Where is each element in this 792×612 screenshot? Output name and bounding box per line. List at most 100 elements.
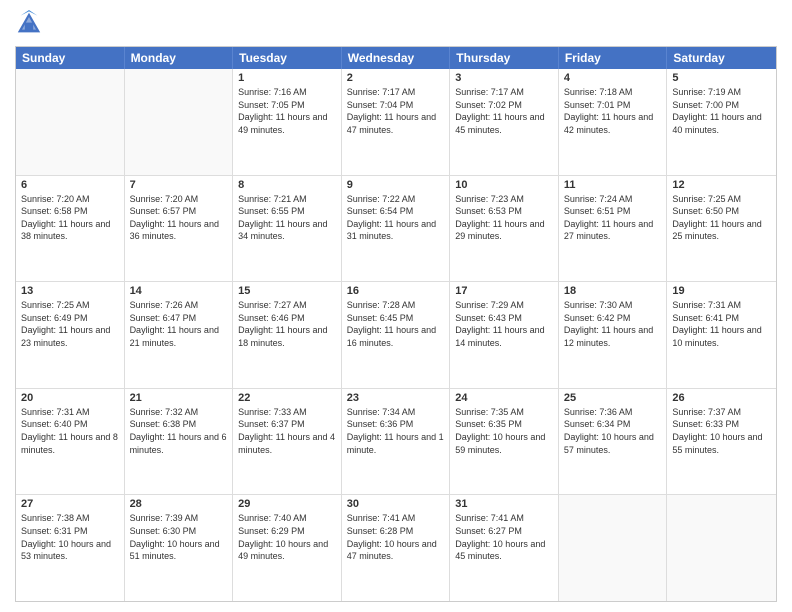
day-number: 5 bbox=[672, 72, 771, 84]
logo bbox=[15, 10, 47, 38]
day-number: 12 bbox=[672, 179, 771, 191]
day-cell-12: 12Sunrise: 7:25 AM Sunset: 6:50 PM Dayli… bbox=[667, 176, 776, 282]
cell-info: Sunrise: 7:31 AM Sunset: 6:40 PM Dayligh… bbox=[21, 406, 119, 456]
cell-info: Sunrise: 7:28 AM Sunset: 6:45 PM Dayligh… bbox=[347, 299, 445, 349]
cell-info: Sunrise: 7:26 AM Sunset: 6:47 PM Dayligh… bbox=[130, 299, 228, 349]
day-cell-31: 31 Sunrise: 7:41 AM Sunset: 6:27 PM Dayli… bbox=[450, 495, 559, 601]
day-number: 21 bbox=[130, 392, 228, 404]
cell-info: Sunrise: 7:29 AM Sunset: 6:43 PM Dayligh… bbox=[455, 299, 553, 349]
day-number: 18 bbox=[564, 285, 662, 297]
page: SundayMondayTuesdayWednesdayThursdayFrid… bbox=[0, 0, 792, 612]
day-number: 19 bbox=[672, 285, 771, 297]
header-day-wednesday: Wednesday bbox=[342, 47, 451, 69]
cell-info: Sunrise: 7:30 AM Sunset: 6:42 PM Dayligh… bbox=[564, 299, 662, 349]
day-cell-17: 17 Sunrise: 7:29 AM Sunset: 6:43 PM Dayli… bbox=[450, 282, 559, 388]
day-cell-9: 9 Sunrise: 7:22 AM Sunset: 6:54 PM Daylig… bbox=[342, 176, 451, 282]
header-day-sunday: Sunday bbox=[16, 47, 125, 69]
day-number: 15 bbox=[238, 285, 336, 297]
day-number: 30 bbox=[347, 498, 445, 510]
day-cell-21: 21 Sunrise: 7:32 AM Sunset: 6:38 PM Dayli… bbox=[125, 389, 234, 495]
day-number: 29 bbox=[238, 498, 336, 510]
day-number: 20 bbox=[21, 392, 119, 404]
day-cell-24: 24 Sunrise: 7:35 AM Sunset: 6:35 PM Dayli… bbox=[450, 389, 559, 495]
calendar-row-4: 20 Sunrise: 7:31 AM Sunset: 6:40 PM Dayli… bbox=[16, 389, 776, 496]
day-cell-23: 23 Sunrise: 7:34 AM Sunset: 6:36 PM Dayli… bbox=[342, 389, 451, 495]
day-cell-26: 26 Sunrise: 7:37 AM Sunset: 6:33 PM Dayli… bbox=[667, 389, 776, 495]
cell-info: Sunrise: 7:17 AM Sunset: 7:02 PM Dayligh… bbox=[455, 86, 553, 136]
cell-info: Sunrise: 7:22 AM Sunset: 6:54 PM Dayligh… bbox=[347, 193, 445, 243]
day-number: 10 bbox=[455, 179, 553, 191]
cell-info: Sunrise: 7:41 AM Sunset: 6:28 PM Dayligh… bbox=[347, 512, 445, 562]
cell-info: Sunrise: 7:31 AM Sunset: 6:41 PM Dayligh… bbox=[672, 299, 771, 349]
empty-cell bbox=[559, 495, 668, 601]
day-cell-22: 22 Sunrise: 7:33 AM Sunset: 6:37 PM Dayli… bbox=[233, 389, 342, 495]
cell-info: Sunrise: 7:18 AM Sunset: 7:01 PM Dayligh… bbox=[564, 86, 662, 136]
day-cell-29: 29 Sunrise: 7:40 AM Sunset: 6:29 PM Dayli… bbox=[233, 495, 342, 601]
cell-info: Sunrise: 7:19 AM Sunset: 7:00 PM Dayligh… bbox=[672, 86, 771, 136]
day-cell-10: 10 Sunrise: 7:23 AM Sunset: 6:53 PM Dayli… bbox=[450, 176, 559, 282]
day-number: 7 bbox=[130, 179, 228, 191]
day-number: 11 bbox=[564, 179, 662, 191]
cell-info: Sunrise: 7:35 AM Sunset: 6:35 PM Dayligh… bbox=[455, 406, 553, 456]
cell-info: Sunrise: 7:41 AM Sunset: 6:27 PM Dayligh… bbox=[455, 512, 553, 562]
day-number: 16 bbox=[347, 285, 445, 297]
header bbox=[15, 10, 777, 38]
day-number: 23 bbox=[347, 392, 445, 404]
empty-cell bbox=[125, 69, 234, 175]
day-number: 17 bbox=[455, 285, 553, 297]
cell-info: Sunrise: 7:40 AM Sunset: 6:29 PM Dayligh… bbox=[238, 512, 336, 562]
day-cell-16: 16 Sunrise: 7:28 AM Sunset: 6:45 PM Dayli… bbox=[342, 282, 451, 388]
day-number: 14 bbox=[130, 285, 228, 297]
cell-info: Sunrise: 7:20 AM Sunset: 6:58 PM Dayligh… bbox=[21, 193, 119, 243]
day-cell-25: 25 Sunrise: 7:36 AM Sunset: 6:34 PM Dayli… bbox=[559, 389, 668, 495]
day-number: 24 bbox=[455, 392, 553, 404]
day-number: 3 bbox=[455, 72, 553, 84]
cell-info: Sunrise: 7:37 AM Sunset: 6:33 PM Dayligh… bbox=[672, 406, 771, 456]
day-cell-30: 30 Sunrise: 7:41 AM Sunset: 6:28 PM Dayli… bbox=[342, 495, 451, 601]
calendar-row-5: 27 Sunrise: 7:38 AM Sunset: 6:31 PM Dayli… bbox=[16, 495, 776, 601]
day-number: 25 bbox=[564, 392, 662, 404]
day-number: 6 bbox=[21, 179, 119, 191]
day-cell-18: 18 Sunrise: 7:30 AM Sunset: 6:42 PM Dayli… bbox=[559, 282, 668, 388]
cell-info: Sunrise: 7:33 AM Sunset: 6:37 PM Dayligh… bbox=[238, 406, 336, 456]
cell-info: Sunrise: 7:23 AM Sunset: 6:53 PM Dayligh… bbox=[455, 193, 553, 243]
cell-info: Sunrise: 7:17 AM Sunset: 7:04 PM Dayligh… bbox=[347, 86, 445, 136]
day-cell-13: 13 Sunrise: 7:25 AM Sunset: 6:49 PM Dayli… bbox=[16, 282, 125, 388]
header-day-thursday: Thursday bbox=[450, 47, 559, 69]
cell-info: Sunrise: 7:25 AM Sunset: 6:49 PM Dayligh… bbox=[21, 299, 119, 349]
logo-icon bbox=[15, 10, 43, 38]
cell-info: Sunrise: 7:32 AM Sunset: 6:38 PM Dayligh… bbox=[130, 406, 228, 456]
day-number: 31 bbox=[455, 498, 553, 510]
cell-info: Sunrise: 7:24 AM Sunset: 6:51 PM Dayligh… bbox=[564, 193, 662, 243]
day-cell-14: 14 Sunrise: 7:26 AM Sunset: 6:47 PM Dayli… bbox=[125, 282, 234, 388]
day-number: 27 bbox=[21, 498, 119, 510]
header-day-friday: Friday bbox=[559, 47, 668, 69]
day-number: 22 bbox=[238, 392, 336, 404]
day-cell-28: 28Sunrise: 7:39 AM Sunset: 6:30 PM Dayli… bbox=[125, 495, 234, 601]
day-cell-7: 7Sunrise: 7:20 AM Sunset: 6:57 PM Daylig… bbox=[125, 176, 234, 282]
cell-info: Sunrise: 7:21 AM Sunset: 6:55 PM Dayligh… bbox=[238, 193, 336, 243]
cell-info: Sunrise: 7:36 AM Sunset: 6:34 PM Dayligh… bbox=[564, 406, 662, 456]
day-number: 26 bbox=[672, 392, 771, 404]
calendar-row-3: 13 Sunrise: 7:25 AM Sunset: 6:49 PM Dayli… bbox=[16, 282, 776, 389]
cell-info: Sunrise: 7:34 AM Sunset: 6:36 PM Dayligh… bbox=[347, 406, 445, 456]
cell-info: Sunrise: 7:39 AM Sunset: 6:30 PM Dayligh… bbox=[130, 512, 228, 562]
empty-cell bbox=[667, 495, 776, 601]
day-cell-1: 1 Sunrise: 7:16 AM Sunset: 7:05 PM Daylig… bbox=[233, 69, 342, 175]
calendar: SundayMondayTuesdayWednesdayThursdayFrid… bbox=[15, 46, 777, 602]
day-cell-5: 5 Sunrise: 7:19 AM Sunset: 7:00 PM Daylig… bbox=[667, 69, 776, 175]
day-cell-3: 3 Sunrise: 7:17 AM Sunset: 7:02 PM Daylig… bbox=[450, 69, 559, 175]
day-number: 13 bbox=[21, 285, 119, 297]
empty-cell bbox=[16, 69, 125, 175]
day-cell-11: 11 Sunrise: 7:24 AM Sunset: 6:51 PM Dayli… bbox=[559, 176, 668, 282]
cell-info: Sunrise: 7:16 AM Sunset: 7:05 PM Dayligh… bbox=[238, 86, 336, 136]
day-number: 8 bbox=[238, 179, 336, 191]
day-cell-4: 4 Sunrise: 7:18 AM Sunset: 7:01 PM Daylig… bbox=[559, 69, 668, 175]
day-number: 9 bbox=[347, 179, 445, 191]
day-number: 1 bbox=[238, 72, 336, 84]
day-cell-6: 6 Sunrise: 7:20 AM Sunset: 6:58 PM Daylig… bbox=[16, 176, 125, 282]
day-cell-20: 20 Sunrise: 7:31 AM Sunset: 6:40 PM Dayli… bbox=[16, 389, 125, 495]
day-number: 4 bbox=[564, 72, 662, 84]
calendar-header: SundayMondayTuesdayWednesdayThursdayFrid… bbox=[16, 47, 776, 69]
cell-info: Sunrise: 7:38 AM Sunset: 6:31 PM Dayligh… bbox=[21, 512, 119, 562]
